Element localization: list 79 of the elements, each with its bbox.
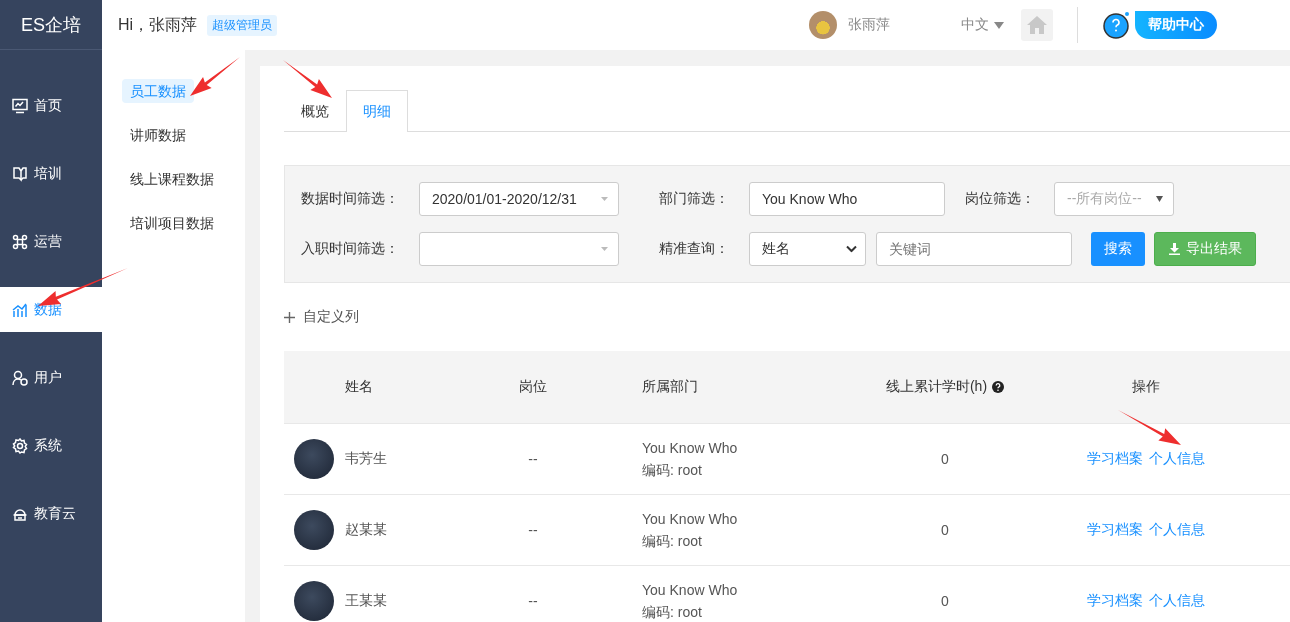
user-avatar[interactable]: [809, 11, 837, 39]
caret-icon: [994, 21, 1004, 29]
caret-icon: [601, 197, 608, 201]
action-link[interactable]: 个人信息: [1149, 521, 1205, 539]
department-code: 编码: root: [642, 533, 702, 549]
sidebar-item[interactable]: 教育云: [0, 491, 102, 536]
sidebar-item[interactable]: 培训: [0, 151, 102, 196]
help-icon[interactable]: [992, 381, 1005, 393]
filter-label: 精准查询：: [659, 240, 730, 258]
help-icon[interactable]: [1102, 10, 1131, 40]
filter-label: 岗位筛选：: [965, 190, 1036, 208]
caret-icon: [846, 245, 857, 253]
department-name: You Know Who: [642, 440, 738, 456]
chart-icon: [12, 301, 28, 318]
caret-icon: [601, 247, 608, 251]
employee-name: 赵某某: [345, 521, 387, 539]
department-code: 编码: root: [642, 604, 702, 620]
action-link[interactable]: 个人信息: [1149, 450, 1205, 468]
position-text: --: [528, 451, 538, 467]
department-code: 编码: root: [642, 462, 702, 478]
column-header: 岗位: [519, 378, 547, 396]
action-link[interactable]: 学习档案: [1087, 521, 1143, 539]
filter-label: 部门筛选：: [659, 190, 730, 208]
export-button[interactable]: 导出结果: [1154, 232, 1256, 266]
date-range-field[interactable]: [419, 232, 619, 266]
action-link[interactable]: 个人信息: [1149, 592, 1205, 610]
home-icon: [1027, 16, 1047, 34]
position-text: --: [528, 593, 538, 609]
employee-name: 王某某: [345, 592, 387, 610]
sidebar-item[interactable]: 首页: [0, 83, 102, 128]
study-hours: 0: [941, 593, 949, 609]
download-icon: [1168, 243, 1180, 255]
date-range-field[interactable]: 2020/01/01-2020/12/31: [419, 182, 619, 216]
column-header: 所属部门: [642, 378, 698, 396]
caret-icon: [1156, 196, 1163, 202]
gear-icon: [12, 437, 28, 454]
sidebar-item[interactable]: 运营: [0, 219, 102, 264]
user-name[interactable]: 张雨萍: [848, 16, 890, 34]
column-header: 线上累计学时(h): [885, 378, 988, 396]
user-icon: [12, 369, 28, 386]
department-name: You Know Who: [642, 582, 738, 598]
action-link[interactable]: 学习档案: [1087, 592, 1143, 610]
sidebar-item[interactable]: 用户: [0, 355, 102, 400]
department-name: You Know Who: [642, 511, 738, 527]
monitor-icon: [12, 97, 28, 114]
subnav-item[interactable]: 讲师数据: [122, 123, 194, 147]
avatar: [294, 581, 334, 621]
avatar: [294, 510, 334, 550]
book-icon: [12, 165, 28, 182]
text-input[interactable]: 关键词: [876, 232, 1072, 266]
subnav-item[interactable]: 员工数据: [122, 79, 194, 103]
column-header: 姓名: [345, 378, 373, 396]
plus-icon: [284, 311, 295, 323]
subnav-item[interactable]: 线上课程数据: [122, 167, 222, 191]
role-badge: 超级管理员: [207, 14, 278, 36]
filter-label: 数据时间筛选：: [301, 190, 400, 208]
help-center-button[interactable]: 帮助中心: [1135, 11, 1217, 39]
greeting-text: Hi，张雨萍: [118, 14, 198, 35]
study-hours: 0: [941, 451, 949, 467]
sidebar-item[interactable]: 系统: [0, 423, 102, 468]
search-button[interactable]: 搜索: [1091, 232, 1145, 266]
command-icon: [12, 233, 28, 250]
language-selector[interactable]: 中文: [961, 16, 1004, 34]
customize-columns-button[interactable]: 自定义列: [284, 307, 359, 327]
tab[interactable]: 概览: [284, 91, 346, 132]
position-text: --: [528, 522, 538, 538]
employee-name: 韦芳生: [345, 450, 387, 468]
select-field[interactable]: --所有岗位--: [1054, 182, 1174, 216]
subnav-item[interactable]: 培训项目数据: [122, 211, 222, 235]
text-input[interactable]: You Know Who: [749, 182, 945, 216]
avatar: [294, 439, 334, 479]
column-header: 操作: [1132, 378, 1160, 396]
select-field[interactable]: 姓名: [749, 232, 866, 266]
sidebar-item[interactable]: 数据: [0, 287, 102, 332]
tab[interactable]: 明细: [346, 90, 408, 132]
study-hours: 0: [941, 522, 949, 538]
action-link[interactable]: 学习档案: [1087, 450, 1143, 468]
home-button[interactable]: [1021, 9, 1053, 41]
filter-label: 入职时间筛选：: [301, 240, 400, 258]
